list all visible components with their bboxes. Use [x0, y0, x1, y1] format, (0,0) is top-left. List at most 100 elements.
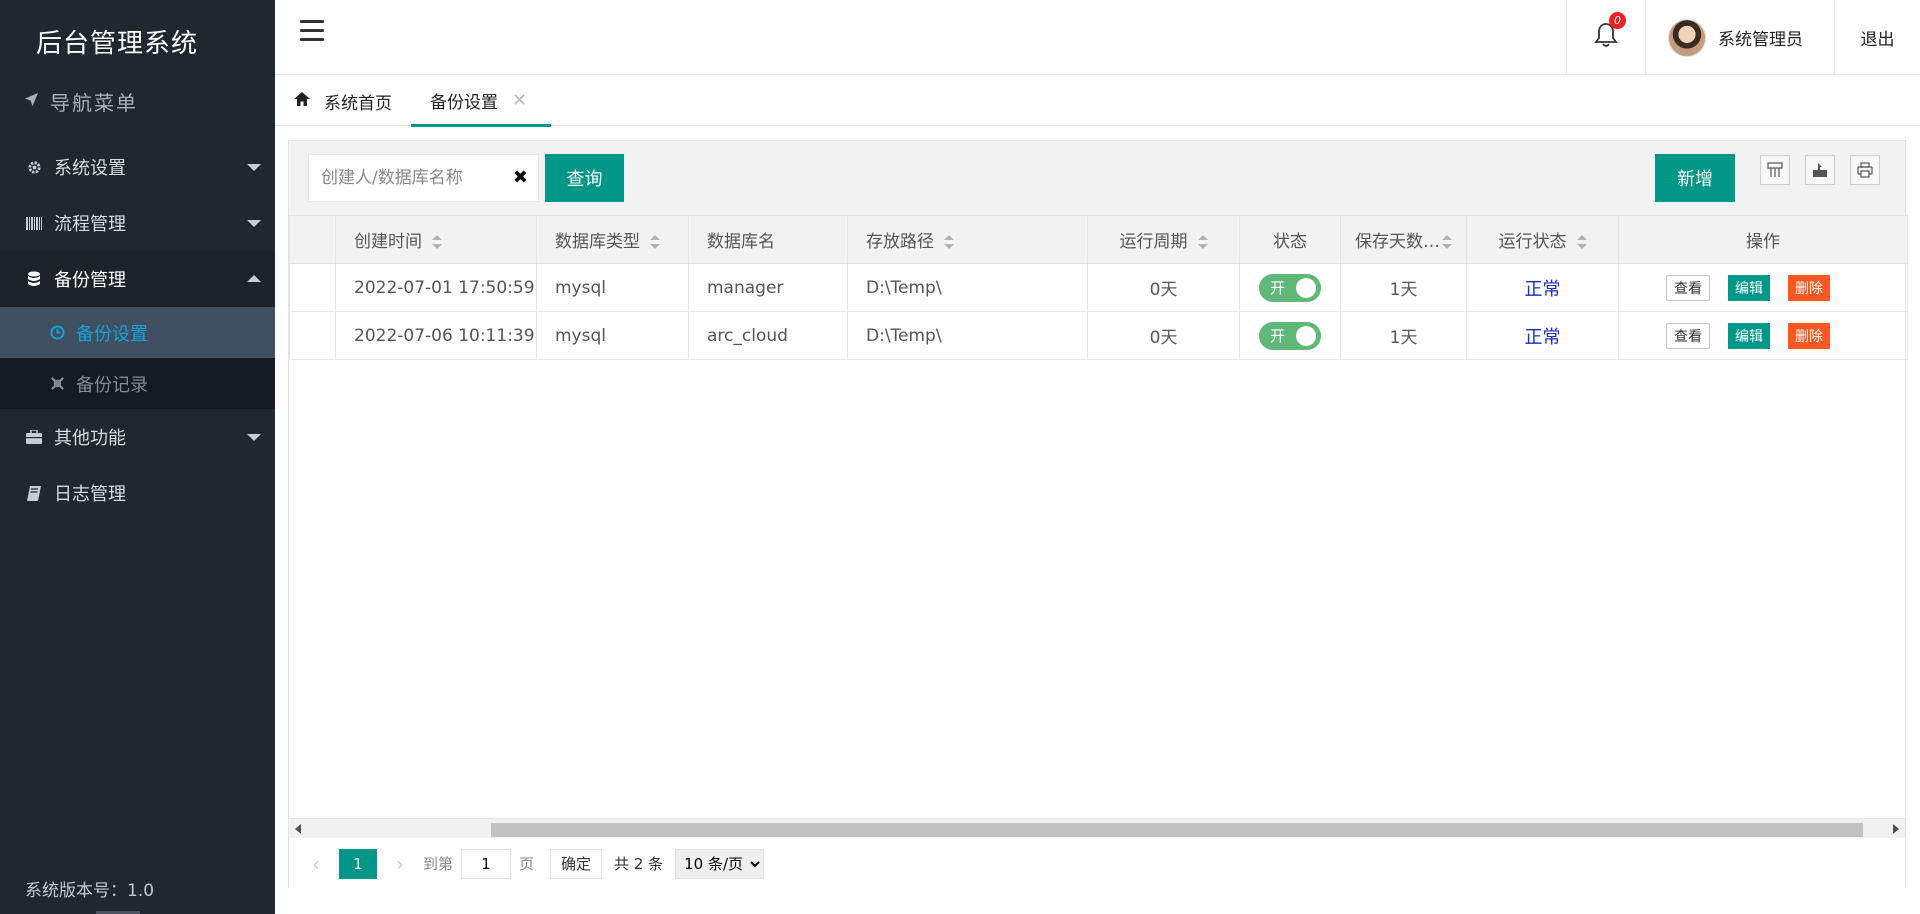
row-checkbox-cell	[289, 263, 336, 312]
prev-page-icon[interactable]: ‹	[301, 852, 331, 876]
chevron-down-icon	[247, 164, 261, 171]
sidebar-subitem-label: 备份设置	[76, 323, 148, 345]
user-menu[interactable]: 系统管理员	[1645, 0, 1834, 75]
status-badge: 正常	[1524, 326, 1561, 348]
chevron-up-icon	[247, 275, 261, 282]
view-button[interactable]: 查看	[1666, 274, 1710, 301]
print-icon[interactable]	[1850, 155, 1880, 185]
logout-button[interactable]: 退出	[1834, 0, 1920, 75]
horizontal-scrollbar[interactable]	[289, 818, 1905, 838]
query-button[interactable]: 查询	[545, 154, 624, 202]
close-icon[interactable]: ✕	[512, 90, 527, 111]
sort-icon[interactable]	[944, 235, 954, 249]
sort-icon[interactable]	[650, 235, 660, 249]
nav-menu-title: 导航菜单	[0, 82, 275, 120]
column-header[interactable]: 创建时间	[335, 215, 537, 264]
page-number[interactable]: 1	[339, 848, 377, 879]
total-count: 共 2 条	[614, 855, 664, 873]
sort-icon[interactable]	[1576, 235, 1587, 249]
page-size-select[interactable]: 10 条/页	[675, 848, 765, 879]
cell-cycle: 0天	[1087, 311, 1240, 360]
cell-keep-days: 1天	[1340, 311, 1467, 360]
column-header[interactable]: 保存天数…	[1340, 215, 1467, 264]
tab-label: 系统首页	[324, 93, 392, 114]
search-input[interactable]	[309, 168, 499, 188]
chevron-down-icon	[247, 434, 261, 441]
clear-icon[interactable]: ✖	[513, 167, 528, 188]
table-row: 2022-07-01 17:50:59 mysql manager D:\Tem…	[289, 263, 1908, 312]
cell-created: 2022-07-01 17:50:59	[335, 263, 537, 312]
scrollbar-thumb[interactable]	[491, 823, 1863, 837]
cell-keep-days: 1天	[1340, 263, 1467, 312]
sidebar-item-label: 日志管理	[54, 484, 126, 505]
edit-button[interactable]: 编辑	[1728, 322, 1770, 349]
table-row: 2022-07-06 10:11:39 mysql arc_cloud D:\T…	[289, 311, 1908, 360]
version-label: 系统版本号：1.0	[25, 881, 155, 901]
goto-page-input[interactable]	[461, 848, 512, 879]
sidebar-item-logs[interactable]: 日志管理	[0, 465, 275, 521]
backup-submenu: 备份设置 备份记录	[0, 307, 275, 409]
header-right: 0 系统管理员 退出	[1566, 0, 1920, 75]
column-header[interactable]: 数据库类型	[536, 215, 689, 264]
scroll-left-icon[interactable]	[295, 824, 301, 834]
edit-button[interactable]: 编辑	[1728, 274, 1770, 301]
export-icon[interactable]	[1805, 155, 1835, 185]
table-header-row: 创建时间 数据库类型 数据库名 存放路径 运行周期 状态 保存天数… 运行状态 …	[289, 215, 1908, 264]
sort-icon[interactable]	[432, 235, 442, 249]
columns-filter-icon[interactable]	[1760, 155, 1790, 185]
tab-backup-settings[interactable]: 备份设置 ✕	[411, 76, 551, 127]
barcode-icon	[24, 216, 44, 230]
confirm-button[interactable]: 确定	[550, 848, 603, 879]
column-header[interactable]: 运行状态	[1466, 215, 1619, 264]
cell-db-type: mysql	[536, 263, 689, 312]
top-header: 0 系统管理员 退出	[275, 0, 1920, 75]
toolbar: ✖ 查询 新增	[289, 141, 1905, 215]
column-header[interactable]: 存放路径	[847, 215, 1088, 264]
column-header: 操作	[1618, 215, 1908, 264]
sidebar-item-label: 备份管理	[54, 270, 126, 291]
tab-home[interactable]: 系统首页	[294, 76, 392, 126]
view-button[interactable]: 查看	[1666, 322, 1710, 349]
cell-created: 2022-07-06 10:11:39	[335, 311, 537, 360]
column-header: 状态	[1239, 215, 1341, 264]
next-page-icon[interactable]: ›	[385, 852, 415, 876]
sidebar-item-other[interactable]: 其他功能	[0, 409, 275, 465]
avatar	[1668, 18, 1706, 57]
status-toggle[interactable]: 开	[1259, 273, 1321, 302]
column-header: 数据库名	[688, 215, 848, 264]
nav-menu-label: 导航菜单	[50, 90, 138, 115]
sort-icon[interactable]	[1442, 235, 1452, 249]
sidebar-subitem-backup-records[interactable]: 备份记录	[0, 358, 275, 409]
tab-label: 备份设置	[430, 92, 498, 113]
column-header[interactable]: 运行周期	[1087, 215, 1240, 264]
book-icon	[24, 485, 44, 501]
sidebar-item-backup[interactable]: 备份管理	[0, 251, 275, 307]
menu-toggle-icon[interactable]	[300, 20, 324, 44]
cell-db-name: arc_cloud	[688, 311, 848, 360]
cell-db-name: manager	[688, 263, 848, 312]
add-button[interactable]: 新增	[1655, 154, 1735, 202]
sidebar-menu: 系统设置 流程管理 备份管理 备份设置 备份记录 其他功能 日志管理	[0, 139, 275, 521]
delete-button[interactable]: 删除	[1788, 274, 1830, 301]
gear-icon	[24, 160, 44, 175]
data-table-area: 创建时间 数据库类型 数据库名 存放路径 运行周期 状态 保存天数… 运行状态 …	[289, 215, 1908, 818]
app-title: 后台管理系统	[36, 28, 199, 59]
cell-cycle: 0天	[1087, 263, 1240, 312]
tab-bar: 系统首页 备份设置 ✕	[275, 76, 1920, 127]
scroll-right-icon[interactable]	[1893, 824, 1899, 834]
sidebar-item-label: 其他功能	[54, 428, 126, 449]
status-toggle[interactable]: 开	[1259, 321, 1321, 350]
sidebar-item-process[interactable]: 流程管理	[0, 195, 275, 251]
sidebar-subitem-backup-settings[interactable]: 备份设置	[0, 307, 275, 358]
cell-path: D:\Temp\	[847, 311, 1088, 360]
notification-button[interactable]: 0	[1566, 0, 1645, 75]
row-checkbox-cell	[289, 311, 336, 360]
sort-icon[interactable]	[1197, 235, 1208, 249]
notification-badge: 0	[1609, 12, 1626, 29]
cell-switch: 开	[1239, 311, 1341, 360]
sidebar-item-system-settings[interactable]: 系统设置	[0, 139, 275, 195]
main-content: ✖ 查询 新增 创建时间 数据库类型 数据库名 存放路径	[288, 140, 1908, 889]
delete-button[interactable]: 删除	[1788, 322, 1830, 349]
sidebar-item-label: 系统设置	[54, 158, 126, 179]
sidebar-item-label: 流程管理	[54, 214, 126, 235]
